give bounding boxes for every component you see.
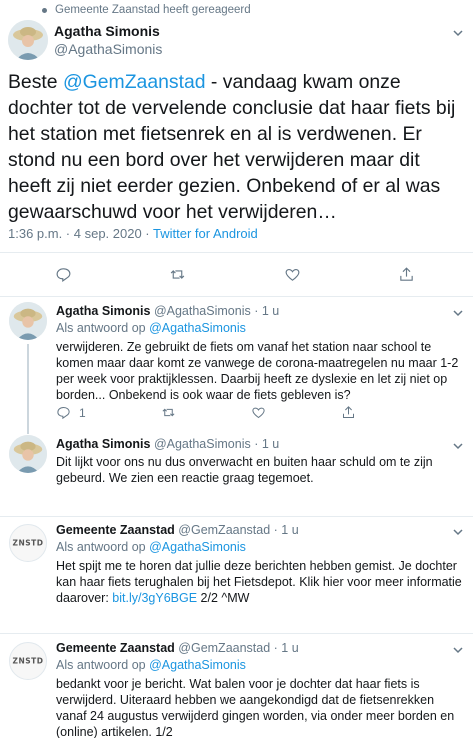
main-tweet-header: Agatha Simonis @AgathaSimonis [8,20,162,60]
reply-text-suffix: 2/2 ^MW [197,591,250,605]
retweet-icon [171,270,185,279]
reply-text: Dit lijkt voor ons nu dus onverwacht en … [56,455,433,485]
mention-link[interactable]: @GemZaanstad [63,71,206,93]
author-handle[interactable]: @AgathaSimonis [154,304,251,318]
share-icon [400,267,413,281]
reply-header: Gemeente Zaanstad @GemZaanstad · 1 u [56,523,299,537]
tweet-source-link[interactable]: Twitter for Android [153,226,258,241]
avatar[interactable] [8,20,48,60]
author-name[interactable]: Gemeente Zaanstad [56,641,175,655]
reply-tweet[interactable]: ZNSTD Gemeente Zaanstad @GemZaanstad · 1… [0,516,473,633]
main-tweet-text: Beste @GemZaanstad - vandaag kwam onze d… [8,69,468,225]
thread-line [27,344,29,434]
reply-text: bedankt voor je bericht. Wat balen voor … [56,677,455,738]
avatar[interactable] [9,435,47,473]
reply-button[interactable]: 1 [56,405,86,420]
author-name[interactable]: Gemeente Zaanstad [56,523,175,537]
reply-text: verwijderen. Ze gebruikt de fiets om van… [56,340,459,402]
author-handle[interactable]: @GemZaanstad [178,641,270,655]
like-button[interactable] [284,266,301,283]
reply-tweet[interactable]: Agatha Simonis @AgathaSimonis · 1 u Dit … [0,431,473,516]
like-icon [285,268,300,281]
reply-to-handle[interactable]: @AgathaSimonis [149,321,246,335]
tweet-meta: 1:36 p.m. · 4 sep. 2020 · Twitter for An… [8,226,258,241]
reply-to-line: Als antwoord op @AgathaSimonis [56,540,246,554]
chevron-down-icon[interactable] [453,441,463,451]
reply-to-line: Als antwoord op @AgathaSimonis [56,658,246,672]
zaanstad-logo: ZNSTD [12,656,44,666]
reply-header: Agatha Simonis @AgathaSimonis · 1 u [56,437,279,451]
like-icon [252,407,265,419]
zaanstad-logo: ZNSTD [12,538,44,548]
reply-header: Gemeente Zaanstad @GemZaanstad · 1 u [56,641,299,655]
context-dot-icon [42,7,47,13]
retweet-button[interactable] [169,266,186,283]
chevron-down-icon[interactable] [453,645,463,655]
tweet-text-body: - vandaag kwam onze dochter tot de verve… [8,71,456,223]
tweet-timestamp: 1:36 p.m. · 4 sep. 2020 · [8,226,154,241]
reply-to-line: Als antwoord op @AgathaSimonis [56,321,246,335]
reply-tweet[interactable]: ZNSTD Gemeente Zaanstad @GemZaanstad · 1… [0,633,473,738]
reply-action-bar: 1 [56,405,356,420]
author-handle[interactable]: @AgathaSimonis [154,437,251,451]
divider [0,252,473,253]
reply-to-handle[interactable]: @AgathaSimonis [149,540,246,554]
reply-tweet[interactable]: Agatha Simonis @AgathaSimonis · 1 u Als … [0,296,473,434]
reply-text: Het spijt me te horen dat jullie deze be… [56,558,466,606]
author-name[interactable]: Agatha Simonis [54,22,162,40]
reply-to-label: Als antwoord op [56,658,150,672]
share-icon [342,406,354,418]
tweet-text-prefix: Beste [8,71,63,93]
reply-to-label: Als antwoord op [56,321,150,335]
reply-context: Gemeente Zaanstad heeft gereageerd [42,4,251,16]
reply-time[interactable]: · 1 u [254,304,279,318]
reply-to-label: Als antwoord op [56,540,150,554]
author-handle[interactable]: @AgathaSimonis [54,40,162,58]
avatar[interactable]: ZNSTD [9,642,47,680]
reply-button[interactable] [55,266,72,283]
reply-link[interactable]: bit.ly/3gY6BGE [112,591,197,605]
chevron-down-icon[interactable] [453,527,463,537]
reply-icon [56,268,71,282]
main-action-bar [55,266,415,283]
like-button[interactable] [251,405,266,420]
reply-to-handle[interactable]: @AgathaSimonis [149,658,246,672]
reply-count: 1 [79,405,86,420]
chevron-down-icon[interactable] [453,28,463,38]
avatar[interactable] [9,302,47,340]
retweet-icon [162,408,175,417]
retweet-button[interactable] [161,405,176,420]
reply-time[interactable]: · 1 u [274,523,299,537]
author-handle[interactable]: @GemZaanstad [178,523,270,537]
reply-header: Agatha Simonis @AgathaSimonis · 1 u [56,304,279,318]
reply-icon [57,406,70,420]
reply-time[interactable]: · 1 u [274,641,299,655]
author-name[interactable]: Agatha Simonis [56,437,150,451]
share-button[interactable] [398,266,415,283]
author-name[interactable]: Agatha Simonis [56,304,150,318]
avatar[interactable]: ZNSTD [9,524,47,562]
share-button[interactable] [341,405,356,420]
reply-time[interactable]: · 1 u [254,437,279,451]
chevron-down-icon[interactable] [453,308,463,318]
reply-context-text: Gemeente Zaanstad heeft gereageerd [55,4,251,16]
